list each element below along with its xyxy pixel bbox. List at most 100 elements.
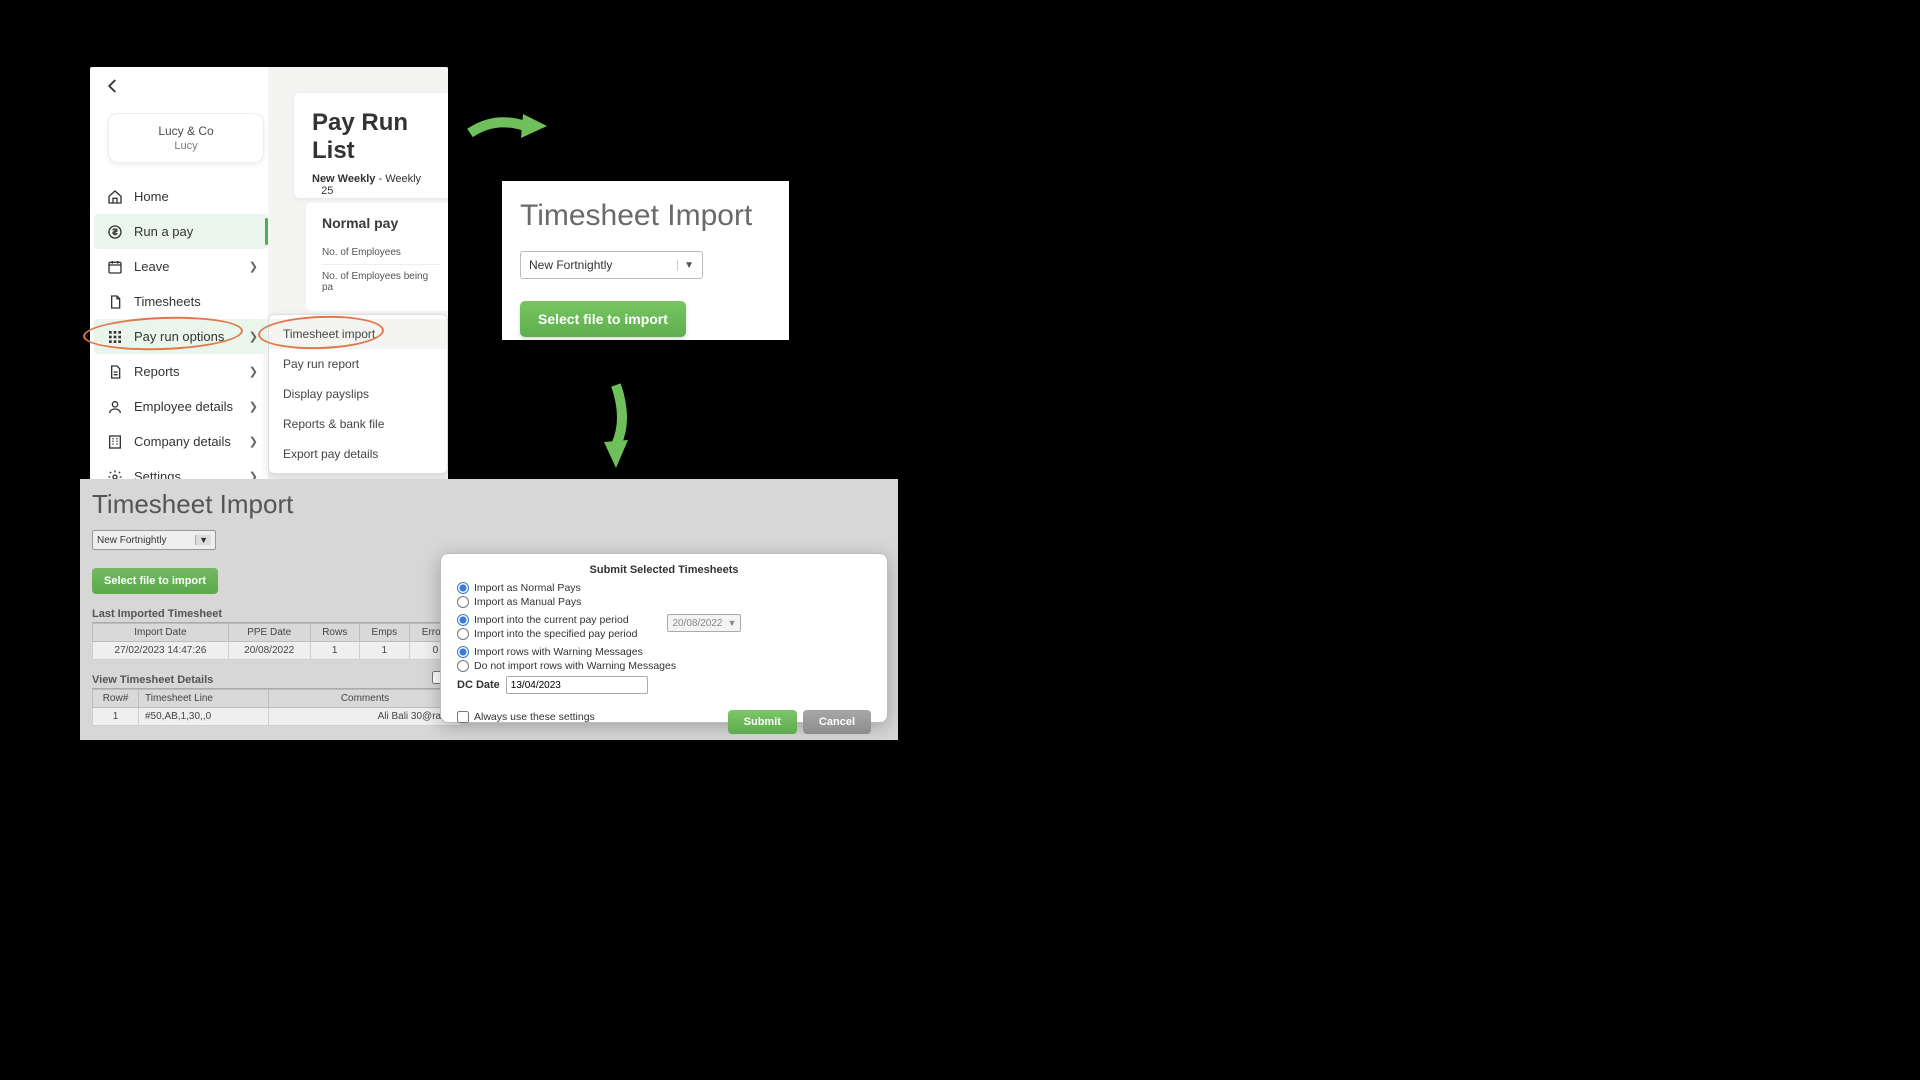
annotation-arrow-right — [465, 108, 555, 148]
select-file-button[interactable]: Select file to import — [520, 301, 686, 337]
company-name: Lucy & Co — [158, 124, 213, 138]
radio-with-warnings[interactable]: Import rows with Warning Messages — [457, 646, 871, 658]
chevron-right-icon: ❯ — [249, 260, 258, 273]
submenu-display-payslips[interactable]: Display payslips — [269, 379, 447, 409]
annotation-arrow-down — [598, 380, 638, 472]
nav-reports[interactable]: Reports ❯ — [94, 354, 268, 389]
schedule-name: New Weekly — [312, 173, 375, 185]
pay-run-options-submenu: Timesheet import Pay run report Display … — [268, 314, 448, 474]
calendar-icon — [106, 259, 124, 275]
submenu-reports-bank-file[interactable]: Reports & bank file — [269, 409, 447, 439]
chevron-down-icon: ▼ — [195, 535, 211, 545]
dc-date-label: DC Date — [457, 679, 500, 691]
panel-title: Timesheet Import — [92, 489, 886, 520]
modal-title: Submit Selected Timesheets — [457, 564, 871, 576]
radio-label: Import as Manual Pays — [474, 596, 581, 608]
company-card[interactable]: Lucy & Co Lucy — [108, 113, 264, 163]
radio-import-manual[interactable]: Import as Manual Pays — [457, 596, 871, 608]
page-title: Pay Run List — [312, 109, 440, 165]
radio-label: Import rows with Warning Messages — [474, 646, 643, 658]
radio-input[interactable] — [457, 582, 469, 594]
chevron-right-icon: ❯ — [249, 365, 258, 378]
document-icon — [106, 294, 124, 310]
chevron-down-icon: ▼ — [728, 618, 737, 628]
panel-title: Timesheet Import — [520, 199, 771, 233]
submit-timesheets-modal: Submit Selected Timesheets Import as Nor… — [440, 553, 888, 723]
nav-leave[interactable]: Leave ❯ — [94, 249, 268, 284]
specified-period-date-select[interactable]: 20/08/2022 ▼ — [667, 614, 741, 632]
nav-label: Home — [134, 189, 169, 204]
label-text: View Timesheet Details — [92, 674, 213, 686]
normal-pay-heading: Normal pay — [322, 215, 440, 231]
nav-home[interactable]: Home — [94, 179, 268, 214]
cancel-button[interactable]: Cancel — [803, 710, 871, 734]
nav-label: Leave — [134, 259, 169, 274]
timesheet-import-panel-small: Timesheet Import New Fortnightly ▼ Selec… — [502, 181, 789, 340]
radio-import-normal[interactable]: Import as Normal Pays — [457, 582, 871, 594]
submit-button[interactable]: Submit — [728, 710, 797, 734]
th-ppe-date: PPE Date — [228, 624, 310, 642]
main-column: Pay Run List New Weekly - Weekly 25 Norm… — [268, 67, 448, 482]
chevron-right-icon: ❯ — [249, 330, 258, 343]
nav-company-details[interactable]: Company details ❯ — [94, 424, 268, 459]
grid-icon — [106, 329, 124, 345]
cell: 1 — [359, 642, 409, 660]
chevron-right-icon: ❯ — [249, 400, 258, 413]
normal-pay-row-employees: No. of Employees — [322, 241, 440, 265]
nav-timesheets[interactable]: Timesheets — [94, 284, 268, 319]
user-name: Lucy — [174, 140, 197, 152]
cell: 1 — [310, 642, 359, 660]
last-imported-table: Import Date PPE Date Rows Emps Errors 27… — [92, 623, 462, 660]
submenu-export-pay-details[interactable]: Export pay details — [269, 439, 447, 469]
chevron-right-icon: ❯ — [249, 435, 258, 448]
normal-pay-row-paid: No. of Employees being pa — [322, 265, 440, 299]
back-button[interactable] — [104, 77, 128, 101]
normal-pay-card: Normal pay No. of Employees No. of Emplo… — [306, 203, 448, 311]
checkbox-input[interactable] — [457, 711, 469, 723]
th-comments: Comments — [269, 690, 462, 708]
nav-pay-run-options[interactable]: Pay run options ❯ — [94, 319, 268, 354]
nav-employee-details[interactable]: Employee details ❯ — [94, 389, 268, 424]
dollar-circle-icon — [106, 224, 124, 240]
dc-date-input[interactable] — [506, 676, 648, 694]
th-rows: Rows — [310, 624, 359, 642]
radio-input[interactable] — [457, 596, 469, 608]
report-icon — [106, 364, 124, 380]
radio-input[interactable] — [457, 614, 469, 626]
nav-label: Timesheets — [134, 294, 201, 309]
view-details-label: View Timesheet Details — [92, 674, 462, 689]
th-emps: Emps — [359, 624, 409, 642]
schedule-day: 25 — [321, 185, 333, 197]
nav-label: Run a pay — [134, 224, 193, 239]
radio-current-period[interactable]: Import into the current pay period — [457, 614, 637, 626]
radio-label: Do not import rows with Warning Messages — [474, 660, 676, 672]
side-nav: Home Run a pay Leave ❯ Timesheets Pay ru… — [94, 179, 268, 482]
chevron-left-icon — [104, 77, 122, 95]
cell: 20/08/2022 — [228, 642, 310, 660]
select-file-button[interactable]: Select file to import — [92, 568, 218, 594]
schedule-line: New Weekly - Weekly 25 — [312, 173, 440, 197]
radio-input[interactable] — [457, 660, 469, 672]
chevron-down-icon: ▼ — [677, 260, 694, 271]
table-row[interactable]: 1 #50,AB,1,30,,0 Ali Bali 30@rate1 — [93, 708, 462, 726]
radio-no-warnings[interactable]: Do not import rows with Warning Messages — [457, 660, 871, 672]
nav-label: Reports — [134, 364, 180, 379]
nav-label: Company details — [134, 434, 231, 449]
radio-input[interactable] — [457, 646, 469, 658]
radio-input[interactable] — [457, 628, 469, 640]
nav-run-a-pay[interactable]: Run a pay — [94, 214, 268, 249]
schedule-select[interactable]: New Fortnightly ▼ — [92, 530, 216, 550]
radio-label: Import into the current pay period — [474, 614, 629, 626]
submenu-timesheet-import[interactable]: Timesheet import — [269, 319, 447, 349]
schedule-select[interactable]: New Fortnightly ▼ — [520, 251, 703, 279]
th-import-date: Import Date — [93, 624, 229, 642]
table-row[interactable]: 27/02/2023 14:47:26 20/08/2022 1 1 0 — [93, 642, 462, 660]
radio-specified-period[interactable]: Import into the specified pay period — [457, 628, 637, 640]
table-header-row: Row# Timesheet Line Comments — [93, 690, 462, 708]
radio-label: Import into the specified pay period — [474, 628, 637, 640]
always-use-checkbox[interactable]: Always use these settings — [457, 711, 595, 723]
building-icon — [106, 434, 124, 450]
schedule-freq: Weekly — [385, 173, 421, 185]
submenu-pay-run-report[interactable]: Pay run report — [269, 349, 447, 379]
th-timesheet-line: Timesheet Line — [139, 690, 269, 708]
